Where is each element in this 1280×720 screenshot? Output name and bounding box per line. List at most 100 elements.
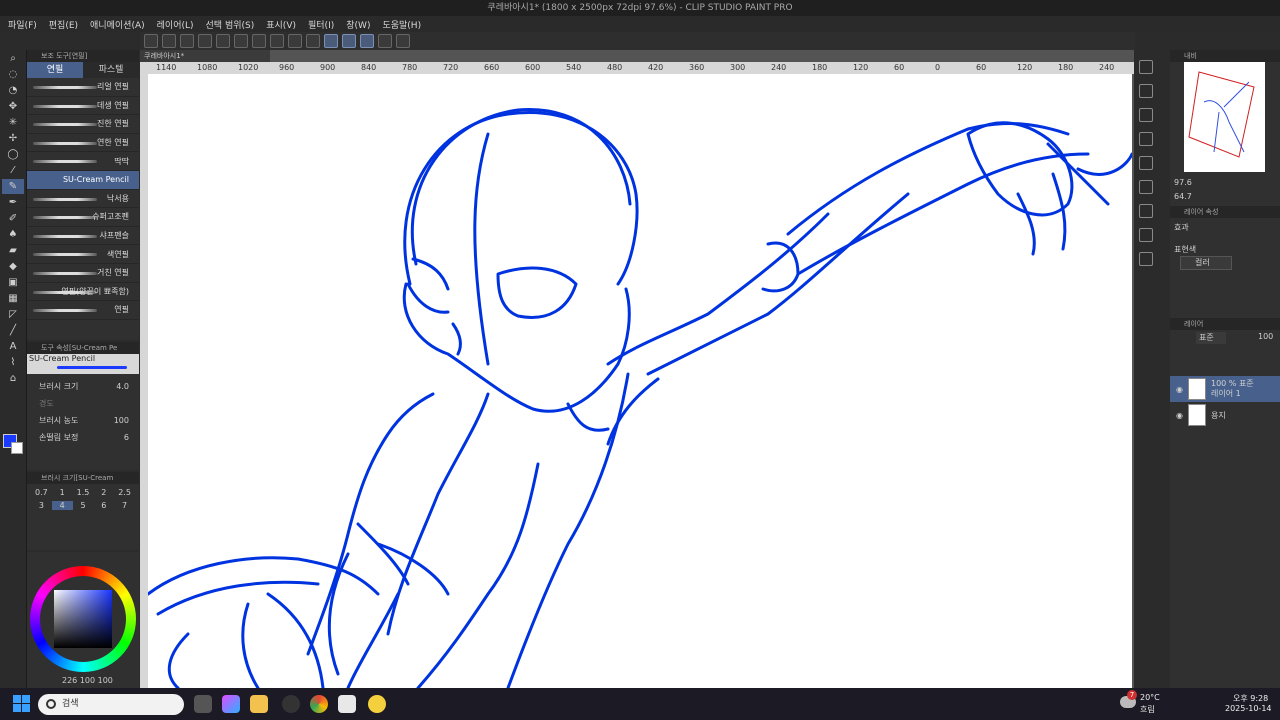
text-icon[interactable]: A [2,339,24,354]
copilot-icon[interactable] [222,695,240,713]
chrome-icon[interactable] [310,695,328,713]
bucket-icon[interactable]: ◆ [2,259,24,274]
menu-filter[interactable]: 필터(I) [308,18,334,31]
app-yellow-icon[interactable] [368,695,386,713]
select-icon[interactable]: ◔ [2,83,24,98]
navigator-preview[interactable] [1184,62,1265,172]
pen-icon[interactable]: ✒ [2,195,24,210]
frame-icon[interactable]: ▦ [2,291,24,306]
brush-item[interactable]: 딱딱 [27,152,139,171]
taskbar-search[interactable]: 검색 [38,694,184,715]
size-option[interactable]: 0.7 [31,488,52,497]
taskview-icon[interactable] [194,695,212,713]
subview-icon[interactable] [1139,180,1153,194]
clock-date[interactable]: 2025-10-14 [1225,704,1272,713]
correct-line-icon[interactable]: ⌂ [2,371,24,386]
size-option-selected[interactable]: 4 [51,501,73,510]
move-icon[interactable]: ✥ [2,99,24,114]
history-icon[interactable] [1139,108,1153,122]
layer-search-icon[interactable] [1139,84,1153,98]
redo-icon[interactable] [234,34,248,48]
menu-animation[interactable]: 애니메이션(A) [90,18,145,31]
transform-icon[interactable] [288,34,302,48]
menu-view[interactable]: 표시(V) [266,18,296,31]
size-option[interactable]: 5 [73,501,94,510]
new-file-icon[interactable] [162,34,176,48]
menu-layer[interactable]: 레이어(L) [157,18,194,31]
clipboard-icon[interactable] [378,34,392,48]
brush-item[interactable]: 낙서용 [27,190,139,209]
pencil-icon[interactable]: ✎ [2,179,24,194]
sub-color-swatch[interactable] [11,442,23,454]
zoom-value[interactable]: 97.6 [1174,178,1192,187]
brush-item[interactable]: 진한 연필 [27,115,139,134]
clock-time[interactable]: 오후 9:28 [1233,693,1268,704]
undo-icon[interactable] [216,34,230,48]
app-icon[interactable] [282,695,300,713]
select-all-icon[interactable] [306,34,320,48]
size-option[interactable]: 6 [93,501,114,510]
brush-icon[interactable]: ✐ [2,211,24,226]
explorer-icon[interactable] [250,695,268,713]
size-option[interactable]: 2.5 [114,488,135,497]
brush-item[interactable]: 샤프펜슬 [27,227,139,246]
snap-special-ruler-icon[interactable] [342,34,356,48]
brush-item-selected[interactable]: SU-Cream Pencil [27,170,139,190]
color-saturation-square[interactable] [54,590,112,648]
tab-pencil[interactable]: 연필 [27,62,83,78]
brush-item[interactable]: 색연필 [27,245,139,264]
save-icon[interactable] [198,34,212,48]
fill-icon[interactable] [270,34,284,48]
brush-item[interactable]: 데생 연필 [27,97,139,116]
size-option[interactable]: 3 [31,501,52,510]
brush-item[interactable]: 슈퍼고조펜 [27,208,139,227]
menu-help[interactable]: 도움말(H) [382,18,421,31]
document-tab[interactable]: 쿠레바아시1* [140,50,270,62]
size-option[interactable]: 7 [114,501,135,510]
gradient-icon[interactable]: ▣ [2,275,24,290]
brush-item[interactable]: 연필(양끝이 뾰족함) [27,283,139,302]
layer-row[interactable]: ◉ 100 % 표준 레이어 1 [1170,376,1280,402]
stabilization-value[interactable]: 6 [124,433,129,442]
eye-icon[interactable]: ◉ [1176,385,1183,394]
zoom-icon[interactable]: ⌕ [2,51,24,66]
balloon-icon[interactable]: ⌇ [2,355,24,370]
navigator-icon[interactable] [1139,156,1153,170]
eye-icon[interactable]: ◉ [1176,411,1183,420]
tab-pastel[interactable]: 파스텔 [83,62,139,78]
ruler-icon[interactable]: ◸ [2,307,24,322]
sparkle-icon[interactable]: ✳ [2,115,24,130]
material-icon[interactable] [1139,132,1153,146]
menu-edit[interactable]: 편집(E) [49,18,78,31]
menu-file[interactable]: 파일(F) [8,18,37,31]
item-bank-icon[interactable] [1139,204,1153,218]
brush-size-value[interactable]: 4.0 [116,382,129,391]
size-option[interactable]: 1 [52,488,73,497]
home-icon[interactable] [144,34,158,48]
layer-row[interactable]: ◉ 용지 [1170,402,1280,428]
menu-window[interactable]: 창(W) [346,18,370,31]
blend-mode-select[interactable]: 표준 [1196,332,1226,344]
lasso-icon[interactable]: ◌ [2,67,24,82]
density-value[interactable]: 100 [114,416,129,425]
drawing-canvas[interactable] [148,74,1132,688]
opacity-value[interactable]: 100 [1258,332,1273,341]
brush-item[interactable]: 연필 [27,301,139,320]
color-history-icon[interactable] [1139,252,1153,266]
layer-props-icon[interactable] [1139,60,1153,74]
angle-value[interactable]: 64.7 [1174,192,1192,201]
color-set-icon[interactable] [1139,228,1153,242]
size-option[interactable]: 2 [93,488,114,497]
airbrush-icon[interactable]: ♠ [2,227,24,242]
operation-icon[interactable]: ✢ [2,131,24,146]
clear-icon[interactable] [252,34,266,48]
snap-ruler-icon[interactable] [324,34,338,48]
open-file-icon[interactable] [180,34,194,48]
snap-grid-icon[interactable] [360,34,374,48]
clip-studio-icon[interactable] [338,695,356,713]
brush-item[interactable]: 리얼 연필 [27,78,139,97]
help-icon[interactable] [396,34,410,48]
line-icon[interactable]: ╱ [2,323,24,338]
lasso-select-icon[interactable]: ◯ [2,147,24,162]
start-icon[interactable] [13,695,30,712]
